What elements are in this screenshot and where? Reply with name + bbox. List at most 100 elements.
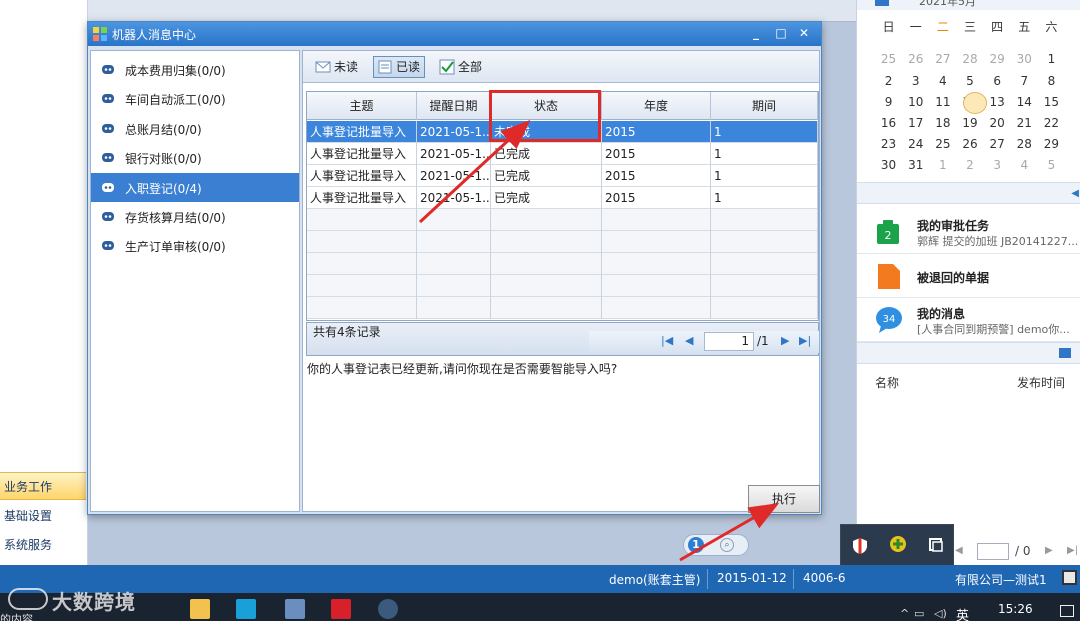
calendar-day[interactable]: 2 bbox=[875, 74, 902, 88]
prev-page-icon[interactable]: ◀ bbox=[955, 545, 963, 556]
category-item[interactable]: 存货核算月结(0/0) bbox=[91, 202, 299, 231]
calendar-day[interactable]: 15 bbox=[1038, 95, 1065, 109]
task-title[interactable]: 我的审批任务 bbox=[917, 217, 989, 234]
calendar-day[interactable]: 28 bbox=[1011, 137, 1038, 151]
calendar-day[interactable]: 14 bbox=[1011, 95, 1038, 109]
table-row[interactable]: 人事登记批量导入 2021-05-1... 已完成 2015 1 bbox=[307, 187, 818, 209]
grid-column-header[interactable]: 提醒日期 bbox=[417, 92, 491, 120]
calendar-day[interactable]: 13 bbox=[984, 95, 1011, 109]
calendar-day[interactable]: 5 bbox=[1038, 158, 1065, 172]
module-business-work[interactable]: 业务工作 bbox=[0, 472, 86, 500]
calendar-day[interactable]: 11 bbox=[929, 95, 956, 109]
calendar-day[interactable]: 31 bbox=[902, 158, 929, 172]
first-page-icon[interactable]: |◀ bbox=[661, 334, 673, 347]
execute-button[interactable]: 执行 bbox=[748, 485, 820, 513]
table-row[interactable]: 人事登记批量导入 2021-05-1... 已完成 2015 1 bbox=[307, 165, 818, 187]
calendar-day[interactable]: 20 bbox=[984, 116, 1011, 130]
calendar-day[interactable]: 24 bbox=[902, 137, 929, 151]
calendar-day[interactable]: 3 bbox=[902, 74, 929, 88]
calendar-day[interactable]: 22 bbox=[1038, 116, 1065, 130]
close-button[interactable]: ✕ bbox=[796, 25, 812, 41]
maximize-button[interactable]: □ bbox=[773, 25, 789, 41]
last-page-icon[interactable]: ▶| bbox=[1067, 545, 1078, 556]
filter-read-button[interactable]: 已读 bbox=[373, 56, 426, 78]
network-icon[interactable] bbox=[285, 599, 305, 619]
category-item[interactable]: 生产订单审核(0/0) bbox=[91, 231, 299, 260]
calendar-day[interactable]: 25 bbox=[929, 137, 956, 151]
app-icon[interactable] bbox=[236, 599, 256, 619]
qrcode-icon[interactable] bbox=[1062, 570, 1077, 585]
calendar-day[interactable]: 30 bbox=[875, 158, 902, 172]
calendar-day[interactable]: 2 bbox=[956, 158, 983, 172]
calendar-day[interactable]: 27 bbox=[929, 52, 956, 66]
table-row[interactable]: 人事登记批量导入 2021-05-1... 已完成 2015 1 bbox=[307, 143, 818, 165]
calendar-day[interactable]: 4 bbox=[929, 74, 956, 88]
grid-column-header[interactable]: 期间 bbox=[711, 92, 818, 120]
calendar-day[interactable]: 28 bbox=[956, 52, 983, 66]
calendar-day[interactable]: 23 bbox=[875, 137, 902, 151]
window-icon[interactable] bbox=[927, 536, 945, 554]
calendar-day[interactable]: 3 bbox=[984, 158, 1011, 172]
category-item[interactable]: 车间自动派工(0/0) bbox=[91, 84, 299, 113]
volume-icon[interactable]: ◁) bbox=[934, 607, 947, 620]
ime-indicator[interactable]: 英 bbox=[956, 605, 969, 621]
module-basic-settings[interactable]: 基础设置 bbox=[0, 502, 86, 530]
calendar-day[interactable]: 26 bbox=[956, 137, 983, 151]
calendar-day[interactable]: 10 bbox=[902, 95, 929, 109]
grid-column-header[interactable]: 主题 bbox=[307, 92, 417, 120]
calendar-day[interactable]: 7 bbox=[1011, 74, 1038, 88]
u8-app-icon[interactable] bbox=[331, 599, 351, 619]
calendar-day[interactable]: 17 bbox=[902, 116, 929, 130]
minimize-button[interactable]: _ bbox=[748, 25, 764, 41]
category-item[interactable]: 成本费用归集(0/0) bbox=[91, 55, 299, 84]
workspace-pager[interactable]: 1 ⌕ bbox=[683, 534, 749, 556]
calendar-day[interactable]: 9 bbox=[875, 95, 902, 109]
prev-page-icon[interactable]: ◀ bbox=[685, 334, 693, 347]
calendar-day[interactable]: 29 bbox=[1038, 137, 1065, 151]
filter-all-button[interactable]: 全部 bbox=[435, 56, 487, 78]
calendar-day[interactable]: 16 bbox=[875, 116, 902, 130]
category-item[interactable]: 银行对账(0/0) bbox=[91, 143, 299, 172]
folder-icon[interactable] bbox=[190, 599, 210, 619]
calendar-day[interactable]: 18 bbox=[929, 116, 956, 130]
task-approval[interactable]: 2 我的审批任务 郭辉 提交的加班 JB20141227... bbox=[857, 212, 1080, 254]
calendar-day[interactable]: 25 bbox=[875, 52, 902, 66]
filter-unread-button[interactable]: 未读 bbox=[311, 56, 363, 78]
category-item[interactable]: 入职登记(0/4) bbox=[91, 172, 299, 202]
search-icon[interactable]: ⌕ bbox=[720, 538, 734, 552]
calendar-day[interactable]: 30 bbox=[1011, 52, 1038, 66]
network-status-icon[interactable]: ▭ bbox=[914, 607, 924, 620]
task-title[interactable]: 我的消息 bbox=[917, 305, 965, 322]
last-page-icon[interactable]: ▶| bbox=[799, 334, 811, 347]
calendar-day[interactable]: 26 bbox=[902, 52, 929, 66]
notification-icon[interactable] bbox=[1060, 605, 1074, 617]
calendar-day[interactable]: 19 bbox=[956, 116, 983, 130]
dialog-titlebar[interactable]: 机器人消息中心 _ □ ✕ bbox=[88, 22, 821, 46]
category-item[interactable]: 总账月结(0/0) bbox=[91, 114, 299, 143]
task-title[interactable]: 被退回的单据 bbox=[917, 269, 989, 286]
shield-icon[interactable] bbox=[851, 537, 869, 555]
page-number[interactable]: 1 bbox=[688, 537, 704, 553]
calendar-day[interactable]: 8 bbox=[1038, 74, 1065, 88]
clock[interactable]: 15:26 bbox=[998, 602, 1033, 616]
calendar-day[interactable]: 5 bbox=[956, 74, 983, 88]
plus-icon[interactable] bbox=[889, 535, 907, 553]
page-input[interactable]: 1 bbox=[704, 332, 754, 351]
calendar-day[interactable]: 21 bbox=[1011, 116, 1038, 130]
calendar-day[interactable]: 1 bbox=[1038, 52, 1065, 66]
robot-app-icon[interactable] bbox=[378, 599, 398, 619]
next-page-icon[interactable]: ▶ bbox=[1045, 545, 1053, 556]
module-system-service[interactable]: 系统服务 bbox=[0, 531, 86, 559]
calendar-day[interactable]: 27 bbox=[984, 137, 1011, 151]
notice-page-input[interactable] bbox=[977, 543, 1009, 560]
calendar-day[interactable]: 4 bbox=[1011, 158, 1038, 172]
collapse-icon[interactable]: ◀ bbox=[1071, 188, 1079, 199]
tray-arrow-icon[interactable]: ^ bbox=[900, 607, 909, 620]
task-returned[interactable]: 被退回的单据 bbox=[857, 256, 1080, 298]
calendar-day[interactable]: 1 bbox=[929, 158, 956, 172]
grid-column-header[interactable]: 年度 bbox=[602, 92, 711, 120]
task-messages[interactable]: 34 我的消息 [人事合同到期预警] demo你... bbox=[857, 300, 1080, 342]
calendar-day[interactable]: 29 bbox=[984, 52, 1011, 66]
calendar-day[interactable]: 6 bbox=[984, 74, 1011, 88]
next-page-icon[interactable]: ▶ bbox=[781, 334, 789, 347]
